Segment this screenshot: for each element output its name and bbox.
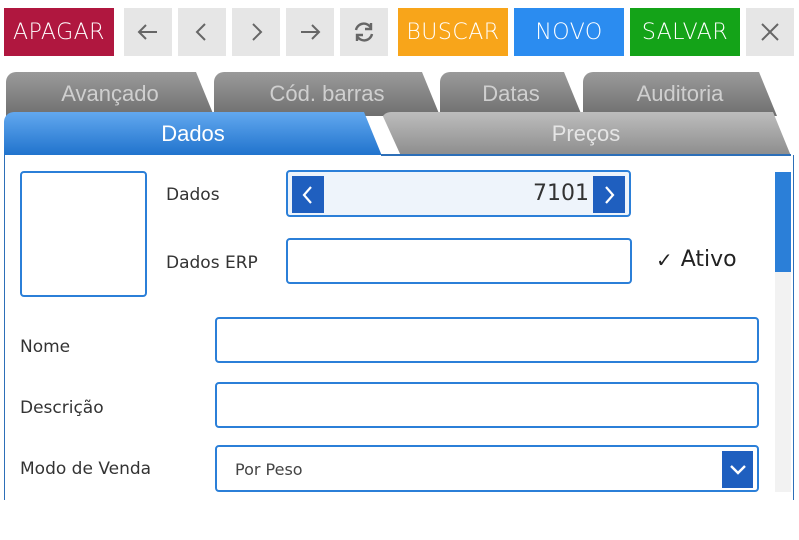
descricao-label: Descrição	[20, 398, 104, 418]
dados-stepper[interactable]: 7101	[286, 170, 631, 217]
tab-precos[interactable]: Preços	[381, 112, 791, 156]
tab-avancado[interactable]: Avançado	[6, 72, 214, 116]
refresh-icon	[354, 22, 374, 42]
close-icon	[761, 23, 779, 41]
apagar-button[interactable]: APAGAR	[4, 8, 114, 56]
ativo-checkbox[interactable]: ✓ Ativo	[656, 247, 737, 272]
back-button[interactable]	[124, 8, 172, 56]
next-button[interactable]	[232, 8, 280, 56]
close-button[interactable]	[746, 8, 794, 56]
descricao-input[interactable]	[215, 382, 759, 428]
tab-label: Datas	[482, 81, 540, 106]
chevron-left-icon	[302, 185, 312, 204]
dados-value: 7101	[533, 181, 589, 206]
nome-label: Nome	[20, 337, 71, 357]
tab-label: Auditoria	[636, 81, 724, 106]
modo-venda-select[interactable]: Por Peso	[215, 445, 759, 492]
image-placeholder[interactable]	[20, 171, 147, 297]
dados-label: Dados	[166, 185, 220, 205]
arrow-left-icon	[137, 24, 157, 40]
tab-label: Avançado	[61, 81, 159, 106]
salvar-button[interactable]: SALVAR	[630, 8, 740, 56]
tab-label: Dados	[161, 121, 225, 146]
arrow-right-icon	[301, 24, 321, 40]
chevron-down-icon	[729, 464, 746, 475]
stepper-next-button[interactable]	[593, 176, 625, 213]
scrollbar-thumb[interactable]	[775, 172, 791, 272]
buscar-button[interactable]: BUSCAR	[398, 8, 508, 56]
checkmark-icon: ✓	[656, 247, 673, 272]
tab-label: Preços	[551, 121, 621, 146]
tab-label: Cód. barras	[269, 81, 385, 106]
modo-venda-label: Modo de Venda	[20, 459, 152, 479]
dados-erp-label: Dados ERP	[166, 253, 258, 273]
modo-venda-value: Por Peso	[235, 460, 303, 479]
refresh-button[interactable]	[340, 8, 388, 56]
chevron-right-icon	[605, 185, 615, 204]
ativo-label: Ativo	[680, 247, 737, 272]
tab-dados[interactable]: Dados	[4, 112, 382, 156]
dados-erp-input[interactable]	[286, 238, 632, 284]
chevron-right-icon	[252, 23, 263, 41]
dropdown-button[interactable]	[722, 451, 753, 488]
novo-button[interactable]: NOVO	[514, 8, 624, 56]
tab-cod-barras[interactable]: Cód. barras	[214, 72, 440, 116]
tab-datas[interactable]: Datas	[440, 72, 582, 116]
chevron-left-icon	[195, 23, 206, 41]
panel-divider	[381, 154, 791, 156]
previous-button[interactable]	[178, 8, 226, 56]
forward-button[interactable]	[286, 8, 334, 56]
nome-input[interactable]	[215, 317, 759, 363]
tab-auditoria[interactable]: Auditoria	[583, 72, 777, 116]
stepper-prev-button[interactable]	[292, 176, 324, 213]
